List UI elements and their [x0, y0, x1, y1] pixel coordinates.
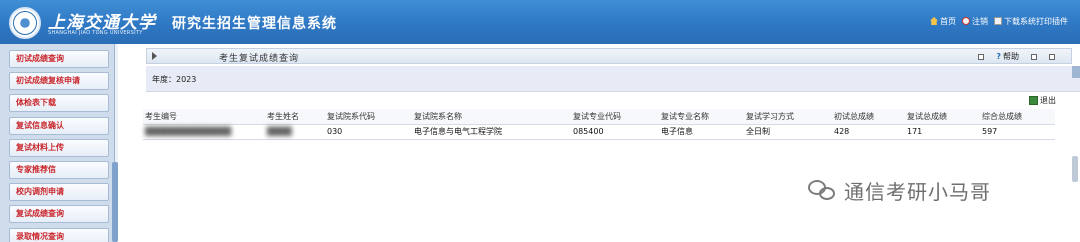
table-row: ██████████████ ████ 030 电子信息与电气工程学院 0854…	[143, 124, 1055, 140]
cell-major-name: 电子信息	[659, 124, 744, 140]
cell-exam-number: ██████████████	[143, 124, 265, 140]
system-title: 研究生招生管理信息系统	[172, 16, 337, 32]
col-initial-score: 初试总成绩	[832, 109, 905, 125]
university-name-en: SHANGHAI JIAO TONG UNIVERSITY	[48, 30, 143, 36]
sidebar-menu: 初试成绩查询 初试成绩复核申请 体检表下载 复试信息确认 复试材料上传 专家推荐…	[9, 50, 109, 242]
logout-link[interactable]: 注销	[962, 16, 988, 27]
home-link[interactable]: 首页	[930, 16, 956, 27]
cell-total-score: 597	[980, 124, 1055, 140]
cell-dept-name: 电子信息与电气工程学院	[412, 124, 571, 140]
cell-name: ████	[265, 124, 325, 140]
top-links: 首页 注销 下载系统打印插件	[930, 16, 1068, 27]
sidebar-item-recommendation[interactable]: 专家推荐信	[9, 160, 109, 179]
main-scrollbar[interactable]	[1072, 156, 1078, 182]
col-dept-name: 复试院系名称	[412, 109, 571, 125]
cell-major-code: 085400	[571, 124, 659, 140]
wechat-icon	[808, 179, 838, 202]
panel-title: 考生复试成绩查询	[219, 54, 300, 64]
table-header-row: 考生编号 考生姓名 复试院系代码 复试院系名称 复试专业代码 复试专业名称 复试…	[143, 109, 1055, 125]
download-plugin-link[interactable]: 下载系统打印插件	[994, 16, 1068, 27]
year-bar: 年度：2023	[146, 66, 1080, 92]
sidebar: 初试成绩查询 初试成绩复核申请 体检表下载 复试信息确认 复试材料上传 专家推荐…	[0, 44, 118, 242]
excel-icon	[1029, 96, 1038, 105]
year-value: 2023	[176, 75, 197, 84]
university-logo	[9, 7, 41, 39]
year-label: 年度：2023	[152, 75, 197, 84]
expand-arrow-icon[interactable]	[152, 52, 157, 60]
home-icon	[930, 17, 938, 25]
square-icon[interactable]	[1049, 53, 1055, 60]
col-exam-number: 考生编号	[143, 109, 265, 125]
panel-scroll-tab[interactable]	[1072, 66, 1080, 78]
col-major-name: 复试专业名称	[659, 109, 744, 125]
sidebar-item-medical-form[interactable]: 体检表下载	[9, 94, 109, 113]
help-icon: ?	[996, 52, 1001, 61]
col-total-score: 综合总成绩	[980, 109, 1055, 125]
watermark: 通信考研小马哥	[808, 176, 991, 205]
sidebar-item-admission[interactable]: 录取情况查询	[9, 227, 109, 242]
col-name: 考生姓名	[265, 109, 325, 125]
exit-button[interactable]: 退出	[1029, 95, 1056, 106]
score-table: 考生编号 考生姓名 复试院系代码 复试院系名称 复试专业代码 复试专业名称 复试…	[143, 109, 1055, 140]
app-header: 上海交通大学 SHANGHAI JIAO TONG UNIVERSITY 研究生…	[0, 0, 1080, 44]
col-study-mode: 复试学习方式	[744, 109, 832, 125]
cell-initial-score: 428	[832, 124, 905, 140]
sidebar-item-retest-score[interactable]: 复试成绩查询	[9, 205, 109, 224]
help-button[interactable]: ? 帮助	[996, 51, 1019, 62]
col-retest-score: 复试总成绩	[905, 109, 980, 125]
cell-retest-score: 171	[905, 124, 980, 140]
sidebar-item-initial-score[interactable]: 初试成绩查询	[9, 50, 109, 68]
sidebar-item-retest-upload[interactable]: 复试材料上传	[9, 138, 109, 157]
sidebar-item-transfer[interactable]: 校内调剂申请	[9, 183, 109, 202]
main-content: 考生复试成绩查询 ? 帮助 年度：2023 退出 考生编号 考生姓名 复试院系代码…	[118, 44, 1080, 242]
col-dept-code: 复试院系代码	[325, 109, 412, 125]
logout-icon	[962, 17, 970, 25]
panel-header: 考生复试成绩查询 ? 帮助	[146, 48, 1072, 64]
watermark-text: 通信考研小马哥	[844, 180, 991, 204]
panel-tools: ? 帮助	[978, 51, 1055, 62]
cell-dept-code: 030	[325, 124, 412, 140]
square-icon[interactable]	[978, 53, 985, 60]
sidebar-item-score-review[interactable]: 初试成绩复核申请	[9, 72, 109, 91]
col-major-code: 复试专业代码	[571, 109, 659, 125]
square-icon[interactable]	[1031, 53, 1037, 60]
download-icon	[994, 17, 1002, 25]
sidebar-item-retest-confirm[interactable]: 复试信息确认	[9, 116, 109, 135]
cell-study-mode: 全日制	[744, 124, 832, 140]
